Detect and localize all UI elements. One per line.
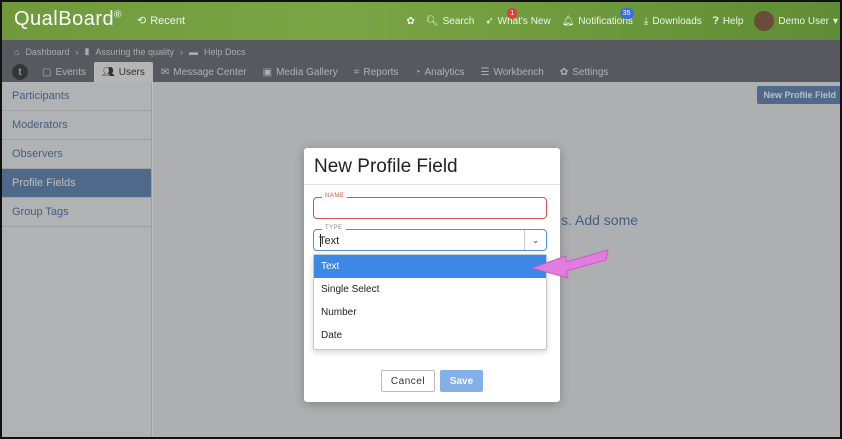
help-icon: ❓︎ (712, 15, 719, 27)
user-menu-button[interactable]: Demo User ▾ (754, 11, 838, 31)
name-field-label: NAME (322, 193, 348, 199)
recent-label: Recent (150, 14, 186, 27)
whats-new-badge: 1 (507, 7, 518, 19)
type-option-text[interactable]: Text (314, 255, 546, 278)
search-button[interactable]: 🔍︎ Search (426, 16, 474, 27)
downloads-label: Downloads (652, 15, 702, 27)
chevron-down-icon: ▾ (832, 15, 838, 27)
gear-menu-button[interactable]: ✿ (407, 16, 415, 27)
search-icon: 🔍︎ (425, 15, 439, 27)
type-option-single-select[interactable]: Single Select (314, 278, 546, 301)
downloads-button[interactable]: ⤓ Downloads (644, 16, 702, 27)
notifications-button[interactable]: 🔔︎ 35 Notifications (561, 7, 634, 27)
type-select-value: Text (319, 235, 340, 247)
download-icon: ⤓ (643, 15, 649, 27)
type-dropdown: Text Single Select Number Date (313, 254, 547, 350)
recent-button[interactable]: ⟲ Recent (137, 14, 186, 28)
user-name: Demo User (778, 15, 829, 27)
top-bar: QualBoard® ⟲ Recent ✿ 🔍︎ Search ➶ 1 What'… (2, 2, 840, 40)
whats-new-label: What's New (497, 15, 551, 27)
save-button[interactable]: Save (440, 370, 483, 392)
app-window: QualBoard® ⟲ Recent ✿ 🔍︎ Search ➶ 1 What'… (0, 0, 842, 439)
avatar (754, 11, 775, 31)
dialog-divider (304, 184, 560, 185)
type-select[interactable]: TYPE Text ⌄ (313, 225, 547, 251)
rocket-icon: ➶ (485, 15, 494, 27)
history-icon: ⟲ (137, 15, 147, 27)
type-select-label: TYPE (322, 225, 346, 231)
dialog-title: New Profile Field (314, 156, 458, 177)
help-label: Help (722, 15, 744, 27)
search-label: Search (442, 15, 475, 27)
brand-mark: ® (114, 9, 122, 21)
brand-logo[interactable]: QualBoard® (14, 8, 122, 31)
help-button[interactable]: ❓︎ Help (713, 16, 744, 27)
annotation-arrow-icon (530, 249, 609, 279)
type-option-date[interactable]: Date (314, 324, 546, 347)
bell-icon: 🔔︎ (561, 15, 575, 27)
whats-new-button[interactable]: ➶ 1 What's New (485, 7, 551, 27)
name-field[interactable]: NAME (313, 193, 547, 219)
cancel-button[interactable]: Cancel (381, 370, 435, 392)
new-profile-field-dialog: New Profile Field NAME TYPE Text ⌄ Text … (304, 148, 560, 402)
type-option-number[interactable]: Number (314, 301, 546, 324)
top-right-menu: ✿ 🔍︎ Search ➶ 1 What's New 🔔︎ 35 Notifica… (407, 2, 838, 40)
notifications-badge: 35 (619, 7, 634, 19)
brand-name: QualBoard (14, 8, 115, 30)
gear-icon: ✿ (406, 15, 415, 27)
